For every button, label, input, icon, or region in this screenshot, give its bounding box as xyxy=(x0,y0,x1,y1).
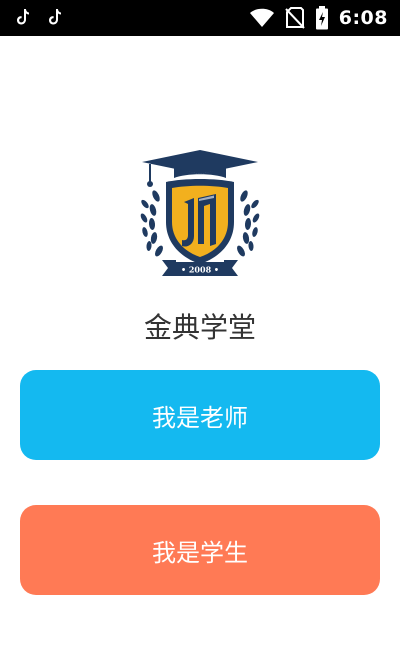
battery-charging-icon xyxy=(315,6,328,30)
wifi-icon xyxy=(249,8,274,27)
status-bar: 6:08 xyxy=(0,0,400,36)
no-sim-icon xyxy=(285,7,305,29)
student-login-button[interactable]: 我是学生 xyxy=(20,505,380,595)
teacher-login-button[interactable]: 我是老师 xyxy=(20,370,380,460)
school-crest-icon: • 2008 • xyxy=(140,150,260,276)
teacher-button-label: 我是老师 xyxy=(152,403,248,432)
system-icons: 6:08 xyxy=(249,0,388,36)
tiktok-icon xyxy=(49,9,61,25)
clock: 6:08 xyxy=(338,7,388,29)
student-button-label: 我是学生 xyxy=(152,538,248,567)
app-title: 金典学堂 xyxy=(143,311,256,344)
app-logo: • 2008 • xyxy=(136,148,264,282)
notification-icons xyxy=(16,8,62,26)
tiktok-icon xyxy=(17,9,29,25)
logo-year: • 2008 • xyxy=(181,265,219,275)
